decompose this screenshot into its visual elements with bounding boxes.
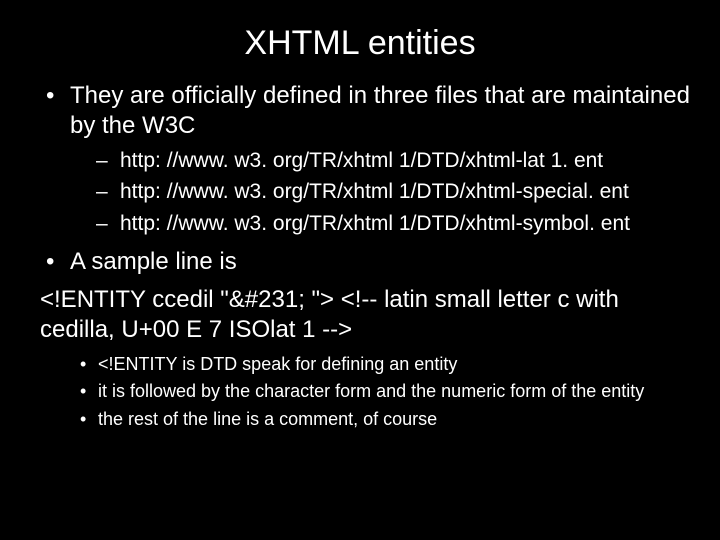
url-item: http: //www. w3. org/TR/xhtml 1/DTD/xhtm… [96, 147, 690, 174]
explain-item: it is followed by the character form and… [80, 380, 690, 403]
bullet-list: They are officially defined in three fil… [30, 81, 690, 430]
bullet-text: They are officially defined in three fil… [70, 82, 690, 139]
entity-code: <!ENTITY ccedil "&#231; "> <!-- latin sm… [40, 286, 619, 343]
bullet-item: A sample line is [40, 247, 690, 277]
url-item: http: //www. w3. org/TR/xhtml 1/DTD/xhtm… [96, 210, 690, 237]
url-item: http: //www. w3. org/TR/xhtml 1/DTD/xhtm… [96, 178, 690, 205]
bullet-text: A sample line is [70, 248, 237, 275]
bullet-item: They are officially defined in three fil… [40, 81, 690, 237]
explain-item: the rest of the line is a comment, of co… [80, 408, 690, 431]
code-line: <!ENTITY ccedil "&#231; "> <!-- latin sm… [40, 285, 690, 431]
explain-list: <!ENTITY is DTD speak for defining an en… [40, 353, 690, 431]
explain-item: <!ENTITY is DTD speak for defining an en… [80, 353, 690, 376]
slide-title: XHTML entities [30, 24, 690, 63]
url-list: http: //www. w3. org/TR/xhtml 1/DTD/xhtm… [70, 147, 690, 237]
slide: XHTML entities They are officially defin… [0, 0, 720, 540]
